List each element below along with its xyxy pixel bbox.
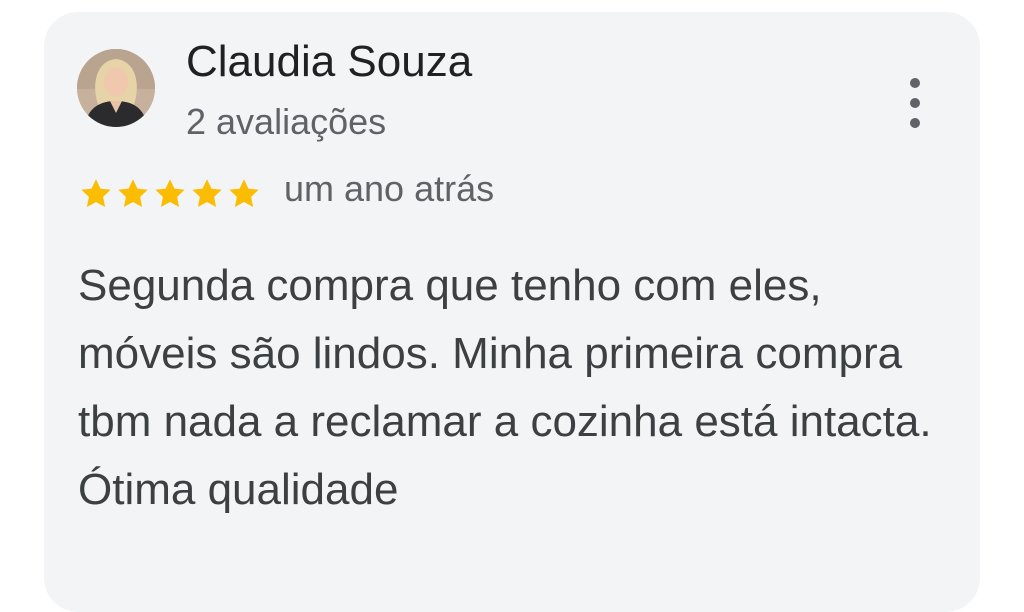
review-text: Segunda compra que tenho com eles, móvei… <box>78 261 932 514</box>
more-vert-icon-dot <box>910 118 920 128</box>
more-vert-icon <box>910 78 920 88</box>
more-vert-icon-dot <box>910 98 920 108</box>
star-icon <box>81 179 111 207</box>
review-count[interactable]: 2 avaliações <box>186 100 386 144</box>
star-icon <box>229 179 259 207</box>
star-icon <box>118 179 148 207</box>
avatar[interactable] <box>77 49 155 127</box>
review-time: um ano atrás <box>284 168 495 209</box>
rating-stars <box>78 176 262 214</box>
reviewer-name[interactable]: Claudia Souza <box>186 36 472 88</box>
star-icon <box>192 179 222 207</box>
more-options-button[interactable] <box>898 78 932 128</box>
star-icon <box>155 179 185 207</box>
